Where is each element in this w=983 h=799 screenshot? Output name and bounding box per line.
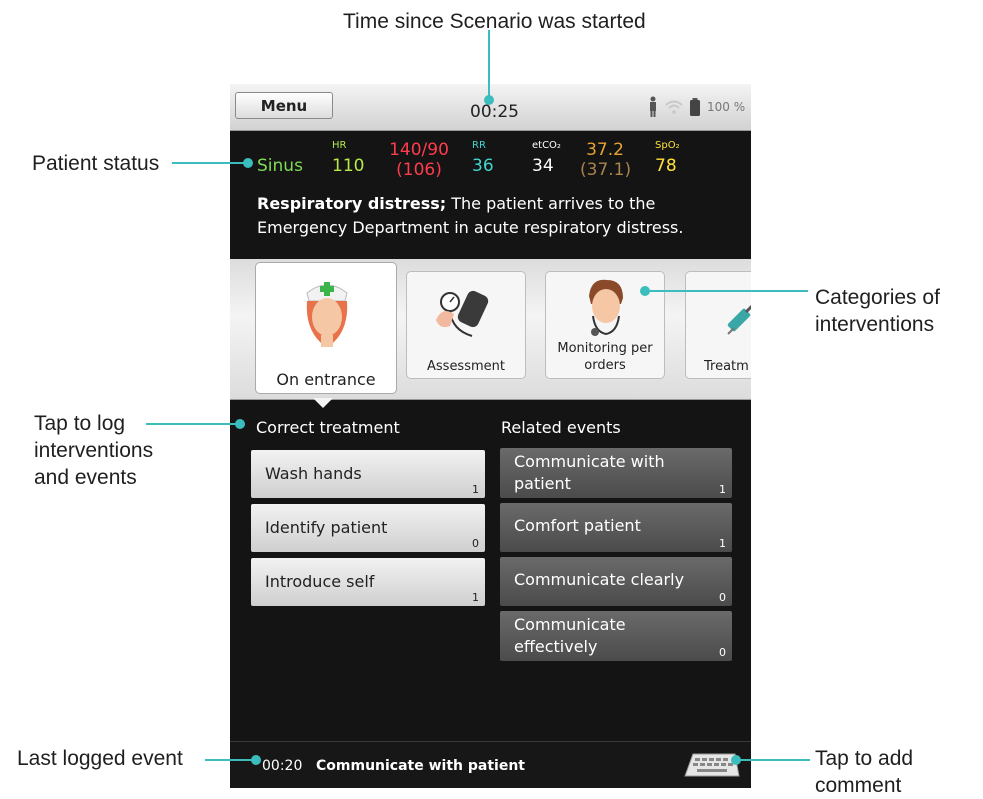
category-label: On entrance <box>276 370 376 389</box>
annotation-categories: Categories of interventions <box>815 286 940 336</box>
blood-pressure-icon <box>436 290 489 337</box>
etco2-label: etCO₂ <box>532 140 561 151</box>
wifi-icon <box>665 100 683 114</box>
status-icons: 100 % <box>647 96 745 118</box>
rr-label: RR <box>472 140 486 151</box>
button-count: 1 <box>472 483 479 496</box>
category-monitoring[interactable]: Monitoring per orders <box>545 271 665 379</box>
communicate-with-patient-button[interactable]: Communicate with patient 1 <box>500 448 732 498</box>
rhythm-value: Sinus <box>257 156 303 176</box>
doctor-stethoscope-icon <box>589 279 623 336</box>
annotation-patient-status: Patient status <box>32 152 160 175</box>
patient-vitals: Sinus HR 110 140/90 (106) RR 36 etCO₂ 34… <box>230 131 751 191</box>
button-count: 1 <box>719 537 726 550</box>
button-count: 0 <box>472 537 479 550</box>
device-screen: Menu 00:25 100 % Sinus HR 110 140/90 (10… <box>230 84 751 788</box>
button-label: Wash hands <box>265 464 362 483</box>
button-label: Identify patient <box>265 518 388 537</box>
button-label: Comfort patient <box>514 516 641 535</box>
annotation-tap-comment: Tap to add comment <box>815 747 914 797</box>
bp-value: 140/90 <box>389 140 449 160</box>
bp-mean-value: (106) <box>396 160 442 180</box>
introduce-self-button[interactable]: Introduce self 1 <box>251 558 485 606</box>
category-label: Assessment <box>427 359 505 374</box>
button-count: 1 <box>719 483 726 496</box>
temp-sub-value: (37.1) <box>580 160 632 180</box>
bottom-bar: 00:20 Communicate with patient <box>230 741 751 788</box>
annotation-last-logged: Last logged event <box>17 747 183 770</box>
menu-button[interactable]: Menu <box>235 92 333 119</box>
category-label: Monitoring per orders <box>557 341 653 373</box>
category-treatment[interactable]: Treatm <box>685 271 751 379</box>
wash-hands-button[interactable]: Wash hands 1 <box>251 450 485 498</box>
scenario-title: Respiratory distress; <box>257 194 447 213</box>
button-label: Communicate clearly <box>514 570 685 589</box>
button-label: Introduce self <box>265 572 375 591</box>
top-bar: Menu 00:25 100 % <box>230 84 751 131</box>
comfort-patient-button[interactable]: Comfort patient 1 <box>500 503 732 552</box>
battery-icon <box>690 98 700 116</box>
last-event-label: Communicate with patient <box>316 758 525 774</box>
etco2-value: 34 <box>532 156 554 176</box>
button-count: 0 <box>719 591 726 604</box>
category-strip: On entrance Assessment Monitoring per or… <box>230 259 751 400</box>
button-label: Communicate with patient <box>514 452 665 493</box>
last-event-time: 00:20 <box>262 758 303 774</box>
communicate-effectively-button[interactable]: Communicate effectively 0 <box>500 611 732 661</box>
button-count: 1 <box>472 591 479 604</box>
hr-label: HR <box>332 140 347 151</box>
category-label: Treatm <box>704 359 749 374</box>
identify-patient-button[interactable]: Identify patient 0 <box>251 504 485 552</box>
communicate-clearly-button[interactable]: Communicate clearly 0 <box>500 557 732 606</box>
scenario-timer: 00:25 <box>470 102 519 122</box>
scenario-description: Respiratory distress; The patient arrive… <box>257 192 727 240</box>
button-label: Communicate effectively <box>514 615 626 656</box>
button-count: 0 <box>719 646 726 659</box>
annotation-time-since-start: Time since Scenario was started <box>343 10 646 33</box>
patient-figure-icon <box>650 96 656 117</box>
spo2-value: 78 <box>655 156 677 176</box>
active-category-pointer <box>313 398 333 408</box>
battery-percent: 100 % <box>707 100 746 114</box>
annotation-tap-to-log: Tap to log interventions and events <box>34 412 154 489</box>
syringe-icon <box>727 304 751 335</box>
correct-treatment-heading: Correct treatment <box>256 418 400 437</box>
spo2-label: SpO₂ <box>655 140 680 151</box>
rr-value: 36 <box>472 156 494 176</box>
nurse-icon <box>306 282 348 347</box>
category-on-entrance[interactable]: On entrance <box>255 262 397 394</box>
keyboard-icon[interactable] <box>683 752 741 780</box>
temp-value: 37.2 <box>586 140 624 160</box>
category-assessment[interactable]: Assessment <box>406 271 526 379</box>
related-events-heading: Related events <box>501 418 621 437</box>
hr-value: 110 <box>332 156 365 176</box>
